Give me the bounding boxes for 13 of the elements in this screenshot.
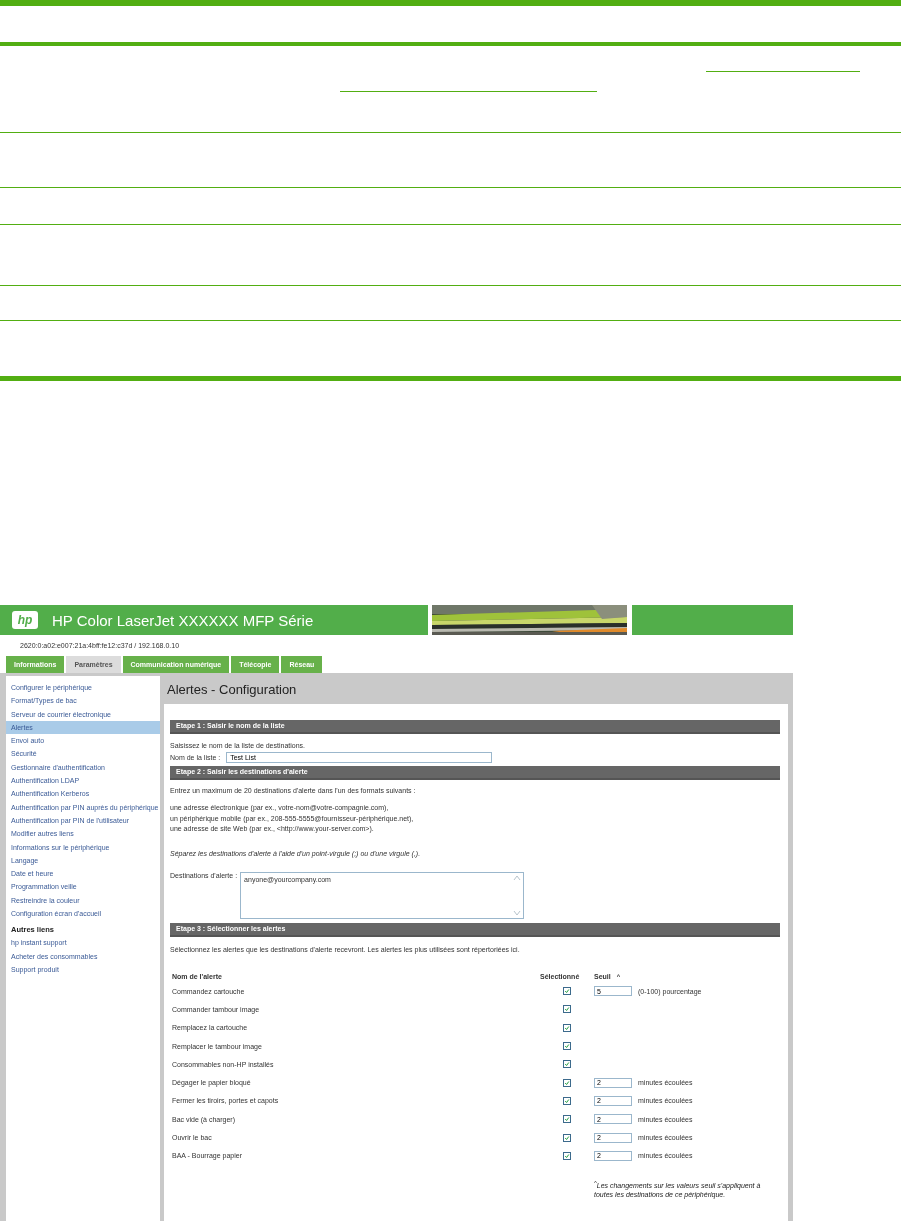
printer-title: HP Color LaserJet XXXXXX MFP Série: [52, 611, 314, 629]
checkbox[interactable]: [563, 1023, 571, 1032]
checkbox[interactable]: [563, 1060, 571, 1069]
checkbox[interactable]: [563, 1096, 571, 1105]
checkbox[interactable]: [563, 1078, 571, 1087]
checkbox[interactable]: [563, 1115, 571, 1124]
checkbox[interactable]: [563, 987, 571, 996]
checkbox[interactable]: [563, 1133, 571, 1142]
checkbox[interactable]: [563, 1151, 571, 1160]
checkbox[interactable]: [563, 1005, 571, 1014]
hp-logo: hp: [12, 611, 38, 629]
page-title: Alertes - Configuration: [166, 681, 298, 699]
checkbox[interactable]: [563, 1042, 571, 1051]
